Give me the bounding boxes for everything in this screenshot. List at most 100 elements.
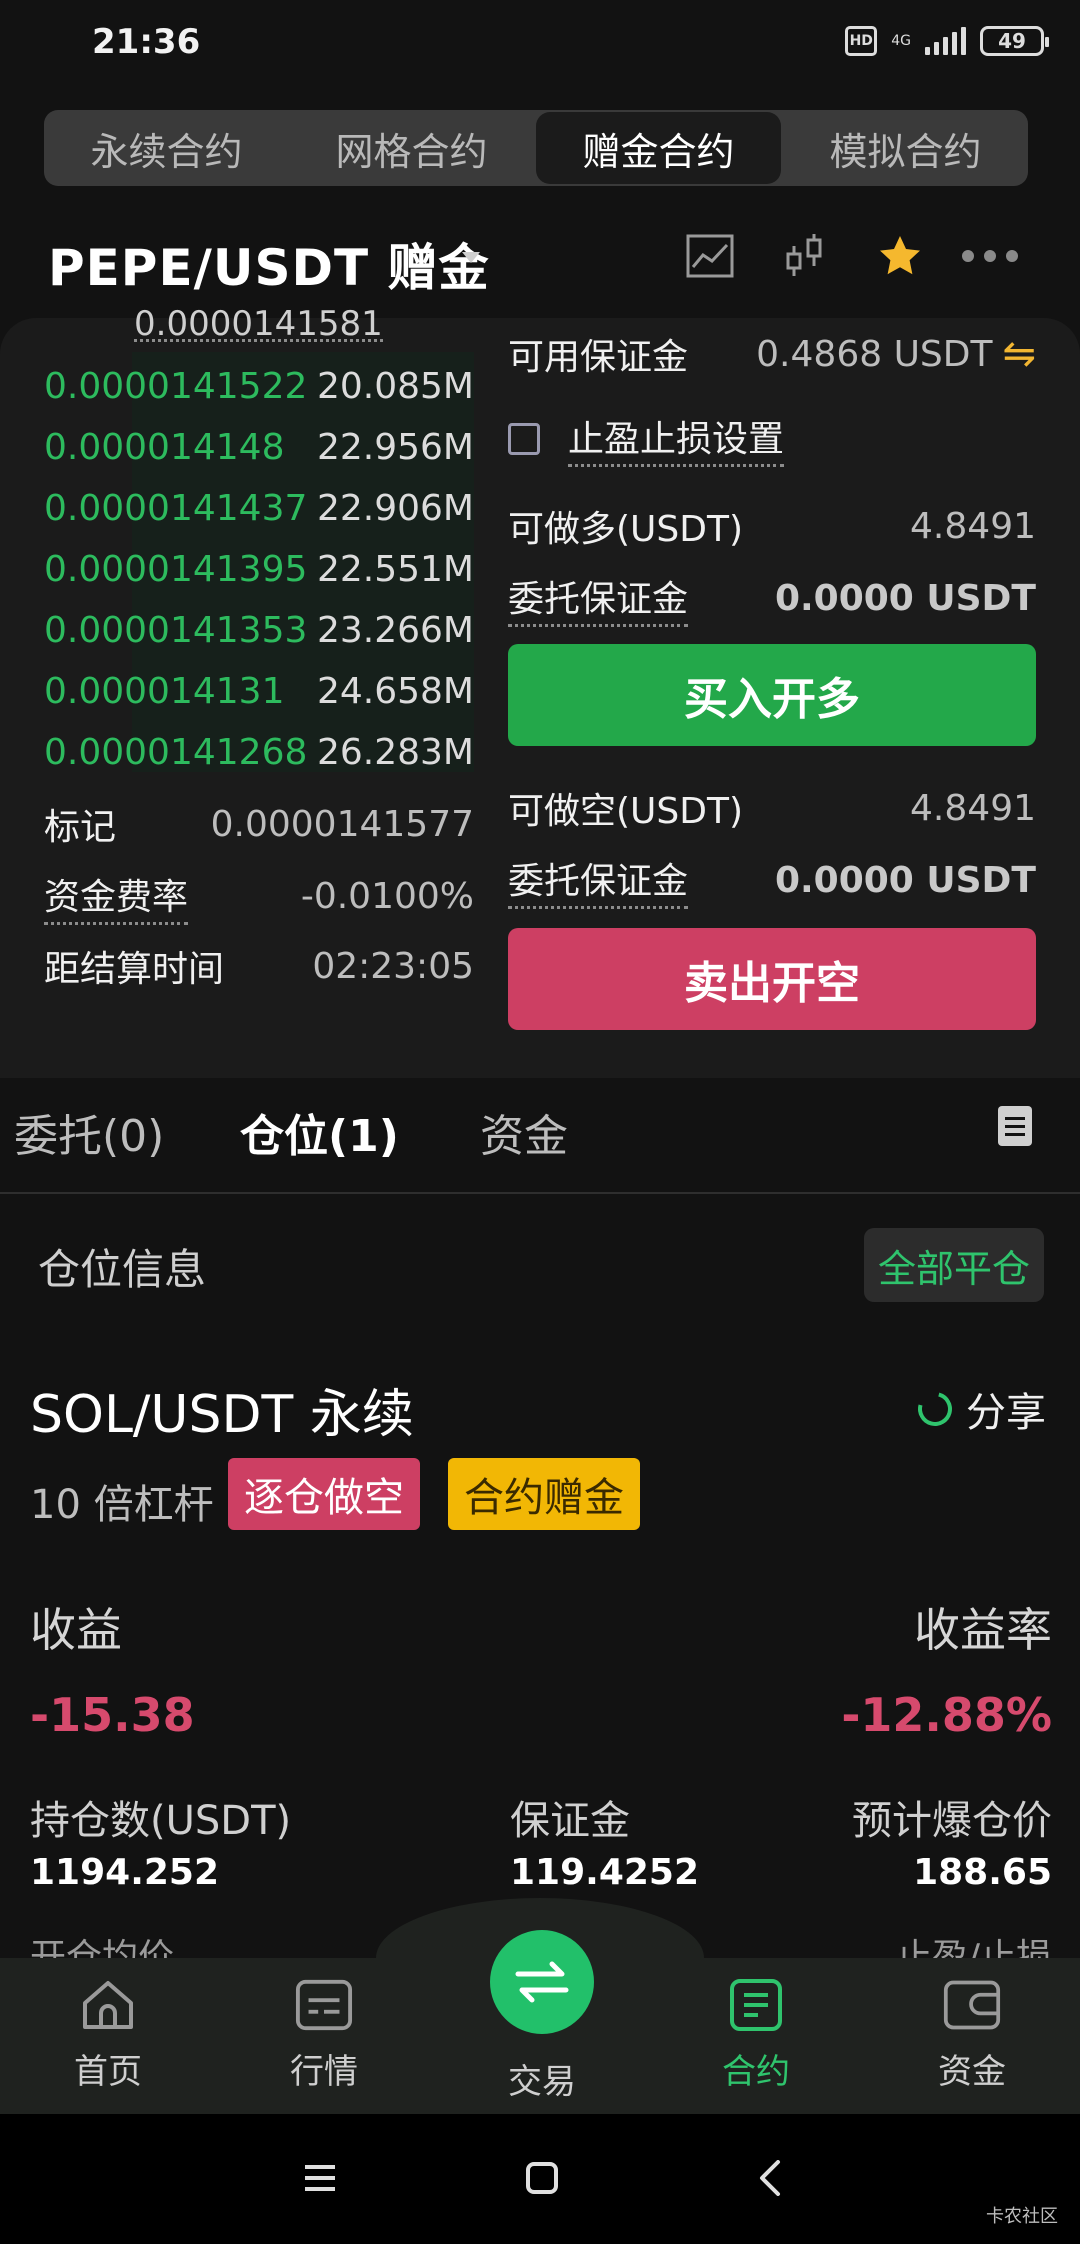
position-info-label: 仓位信息	[38, 1245, 207, 1294]
tab-positions[interactable]: 仓位(1)	[240, 1100, 399, 1164]
contract-icon	[727, 1978, 785, 2032]
nav-wallet-label: 资金	[938, 2052, 1006, 2092]
ask-qty: 23.266M	[316, 609, 474, 651]
menu-icon[interactable]	[290, 2154, 350, 2202]
mark-price-row: 标记 0.0000141577	[44, 798, 474, 850]
position-symbol[interactable]: SOL/USDT 永续	[30, 1372, 414, 1447]
pair-title[interactable]: PEPE/USDT 赠金	[48, 228, 490, 300]
home-icon	[79, 1978, 137, 2032]
short-margin-value: 0.0000 USDT	[774, 860, 1036, 901]
available-label: 可用保证金	[508, 337, 689, 378]
caret-down-icon[interactable]	[462, 252, 480, 263]
short-max-value: 4.8491	[910, 787, 1036, 829]
ask-price: 0.0000141395	[44, 548, 308, 590]
ask-price: 0.0000141268	[44, 731, 308, 773]
order-book-row[interactable]: 0.0000141353 23.266M	[44, 600, 474, 660]
tpsl-label: 止盈止损设置	[568, 410, 785, 467]
list-icon[interactable]	[998, 1106, 1032, 1146]
tab-demo[interactable]: 模拟合约	[783, 110, 1028, 186]
roi-value: -12.88%	[841, 1688, 1052, 1742]
wallet-icon	[943, 1978, 1001, 2032]
back-icon[interactable]	[740, 2154, 800, 2202]
order-book-row[interactable]: 0.000014148 22.956M	[44, 417, 474, 477]
ask-qty: 20.085M	[316, 365, 474, 407]
tab-orders[interactable]: 委托(0)	[14, 1100, 164, 1164]
ask-price: 0.0000141522	[44, 365, 308, 407]
order-book-row[interactable]: 0.0000141395 22.551M	[44, 539, 474, 599]
short-margin-row: 委托保证金 0.0000 USDT	[508, 852, 1036, 909]
available-margin-row: 可用保证金 0.4868 USDT ⇋	[508, 328, 1036, 380]
mark-label: 标记	[44, 807, 117, 848]
long-max-row: 可做多(USDT) 4.8491	[508, 500, 1036, 552]
available-value: 0.4868 USDT	[756, 333, 993, 375]
nav-contract-label: 合约	[722, 2052, 790, 2092]
long-margin-label: 委托保证金	[508, 570, 689, 627]
more-icon[interactable]	[960, 228, 1020, 284]
order-book-row[interactable]: 0.000014131 24.658M	[44, 661, 474, 721]
margin-value: 119.4252	[510, 1852, 700, 1893]
short-max-row: 可做空(USDT) 4.8491	[508, 782, 1036, 834]
close-all-button[interactable]: 全部平仓	[864, 1228, 1044, 1302]
ask-qty: 22.956M	[316, 426, 474, 468]
transfer-icon[interactable]: ⇋	[1002, 331, 1036, 377]
network-type: 4G	[891, 33, 911, 49]
bonus-badge: 合约赠金	[448, 1458, 640, 1530]
tab-bonus[interactable]: 赠金合约	[536, 112, 781, 184]
share-icon	[911, 1385, 959, 1433]
liq-price-value: 188.65	[913, 1852, 1052, 1893]
nav-market-label: 行情	[290, 2052, 358, 2092]
status-icons: HD 4G 49	[845, 26, 1049, 56]
ask-price: 0.0000141353	[44, 609, 308, 651]
leverage-label[interactable]: 10 倍杠杆	[30, 1472, 214, 1530]
short-max-label: 可做空(USDT)	[508, 791, 744, 832]
tab-assets[interactable]: 资金	[480, 1100, 568, 1164]
ask-qty: 22.906M	[316, 487, 474, 529]
pnl-value: -15.38	[30, 1688, 195, 1742]
order-book-row[interactable]: 0.0000141522 20.085M	[44, 356, 474, 416]
nav-trade-label[interactable]: 交易	[490, 2054, 594, 2103]
order-book-row[interactable]: 0.0000141268 26.283M	[44, 722, 474, 782]
nav-market[interactable]: 行情	[254, 1978, 394, 2093]
funding-value: -0.0100%	[300, 876, 474, 917]
margin-label: 保证金	[510, 1798, 630, 1844]
settle-label: 距结算时间	[44, 949, 225, 990]
nav-home[interactable]: 首页	[38, 1978, 178, 2093]
divider	[0, 1192, 1080, 1194]
contract-type-tabs: 永续合约 网格合约 赠金合约 模拟合约	[44, 110, 1028, 186]
nav-contract[interactable]: 合约	[686, 1978, 826, 2093]
order-book-row[interactable]: 0.0000141437 22.906M	[44, 478, 474, 538]
nav-home-label: 首页	[74, 2052, 142, 2092]
hd-icon: HD	[845, 26, 878, 56]
battery-icon: 49	[980, 26, 1049, 56]
ask-qty: 24.658M	[316, 670, 474, 712]
tpsl-row[interactable]: 止盈止损设置	[508, 410, 785, 467]
chart-icon[interactable]	[682, 228, 738, 284]
liq-price-label: 预计爆仓价	[852, 1798, 1052, 1844]
watermark: 卡农社区	[986, 2206, 1058, 2227]
tpsl-checkbox[interactable]	[508, 422, 540, 455]
ask-price: 0.000014131	[44, 670, 285, 712]
share-button[interactable]: 分享	[911, 1380, 1046, 1438]
share-label: 分享	[966, 1390, 1046, 1436]
signal-icon	[925, 27, 966, 55]
size-value: 1194.252	[30, 1852, 220, 1893]
tab-perpetual[interactable]: 永续合约	[44, 110, 289, 186]
tab-grid[interactable]: 网格合约	[289, 110, 534, 186]
star-icon[interactable]	[872, 228, 928, 284]
long-max-value: 4.8491	[910, 505, 1036, 547]
funding-rate-row[interactable]: 资金费率 -0.0100%	[44, 868, 474, 925]
nav-wallet[interactable]: 资金	[902, 1978, 1042, 2093]
ask-price: 0.0000141437	[44, 487, 308, 529]
roi-label: 收益率	[914, 1603, 1052, 1657]
home-square-icon[interactable]	[512, 2154, 572, 2202]
long-margin-value: 0.0000 USDT	[774, 578, 1036, 619]
candlestick-icon[interactable]	[776, 228, 832, 284]
long-margin-row: 委托保证金 0.0000 USDT	[508, 570, 1036, 627]
sell-open-short-button[interactable]: 卖出开空	[508, 928, 1036, 1030]
size-label: 持仓数(USDT)	[30, 1798, 292, 1844]
trade-swap-icon[interactable]	[490, 1930, 594, 2034]
order-book-top-price: 0.0000141581	[134, 304, 383, 342]
long-max-label: 可做多(USDT)	[508, 509, 744, 550]
buy-open-long-button[interactable]: 买入开多	[508, 644, 1036, 746]
ask-price: 0.000014148	[44, 426, 285, 468]
